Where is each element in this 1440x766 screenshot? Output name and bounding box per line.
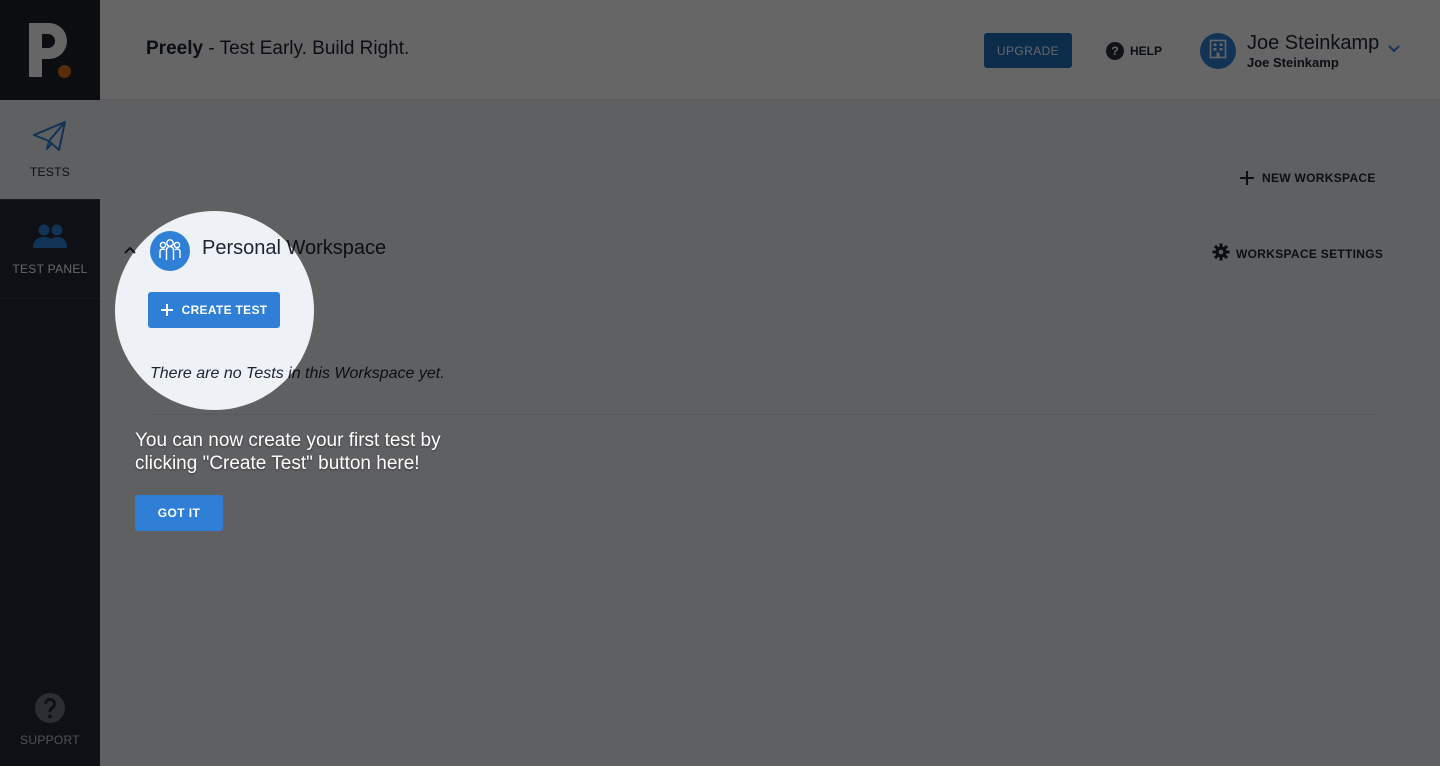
empty-state-message: There are no Tests in this Workspace yet… [150,365,445,382]
question-circle-icon [34,692,66,727]
sidebar-item-tests[interactable]: TESTS [0,100,100,199]
sidebar-item-test-panel[interactable]: TEST PANEL [0,199,100,299]
plus-icon [160,304,173,316]
preely-logo[interactable] [0,0,100,100]
brand-name: Preely [146,38,204,59]
new-workspace-label: NEW WORKSPACE [1262,171,1376,185]
got-it-button[interactable]: GOT IT [135,495,223,531]
app-title: Preely - Test Early. Build Right. [146,38,409,60]
workspace-title: Personal Workspace [202,237,387,259]
chevron-down-icon[interactable] [1388,40,1400,58]
create-test-label: CREATE TEST [181,303,268,317]
workspace-settings-button[interactable]: WORKSPACE SETTINGS [1212,243,1383,264]
divider [150,414,1378,415]
create-test-button[interactable]: CREATE TEST [148,292,280,328]
help-link[interactable]: ? HELP [1106,42,1162,60]
team-icon [157,236,183,267]
workspace-icon [150,231,190,271]
support-label: SUPPORT [20,732,80,747]
tour-tooltip-text: You can now create your first test by cl… [135,430,441,474]
upgrade-button[interactable]: UPGRADE [984,33,1072,68]
chevron-up-icon[interactable] [124,243,136,257]
user-subtitle: Joe Steinkamp [1247,55,1339,70]
avatar [1200,33,1236,69]
user-menu[interactable]: Joe Steinkamp Joe Steinkamp [1200,32,1379,70]
help-label: HELP [1130,44,1163,58]
top-header: Preely - Test Early. Build Right. UPGRAD… [100,0,1440,100]
sidebar-item-label: TESTS [29,165,71,179]
people-icon [32,223,68,252]
user-name: Joe Steinkamp [1247,32,1380,54]
brand-tagline: - Test Early. Build Right. [208,38,410,59]
paper-plane-icon [32,120,68,155]
workspace-settings-label: WORKSPACE SETTINGS [1236,246,1384,261]
sidebar-item-label: TEST PANEL [12,261,88,276]
new-workspace-button[interactable]: NEW WORKSPACE [1240,171,1376,185]
help-icon: ? [1106,42,1124,60]
sidebar: TESTS TEST PANEL SUPPORT [0,0,100,766]
gear-icon [1212,243,1230,264]
plus-icon [1240,171,1254,185]
building-icon [1209,39,1227,64]
support-link[interactable]: SUPPORT [0,684,100,754]
